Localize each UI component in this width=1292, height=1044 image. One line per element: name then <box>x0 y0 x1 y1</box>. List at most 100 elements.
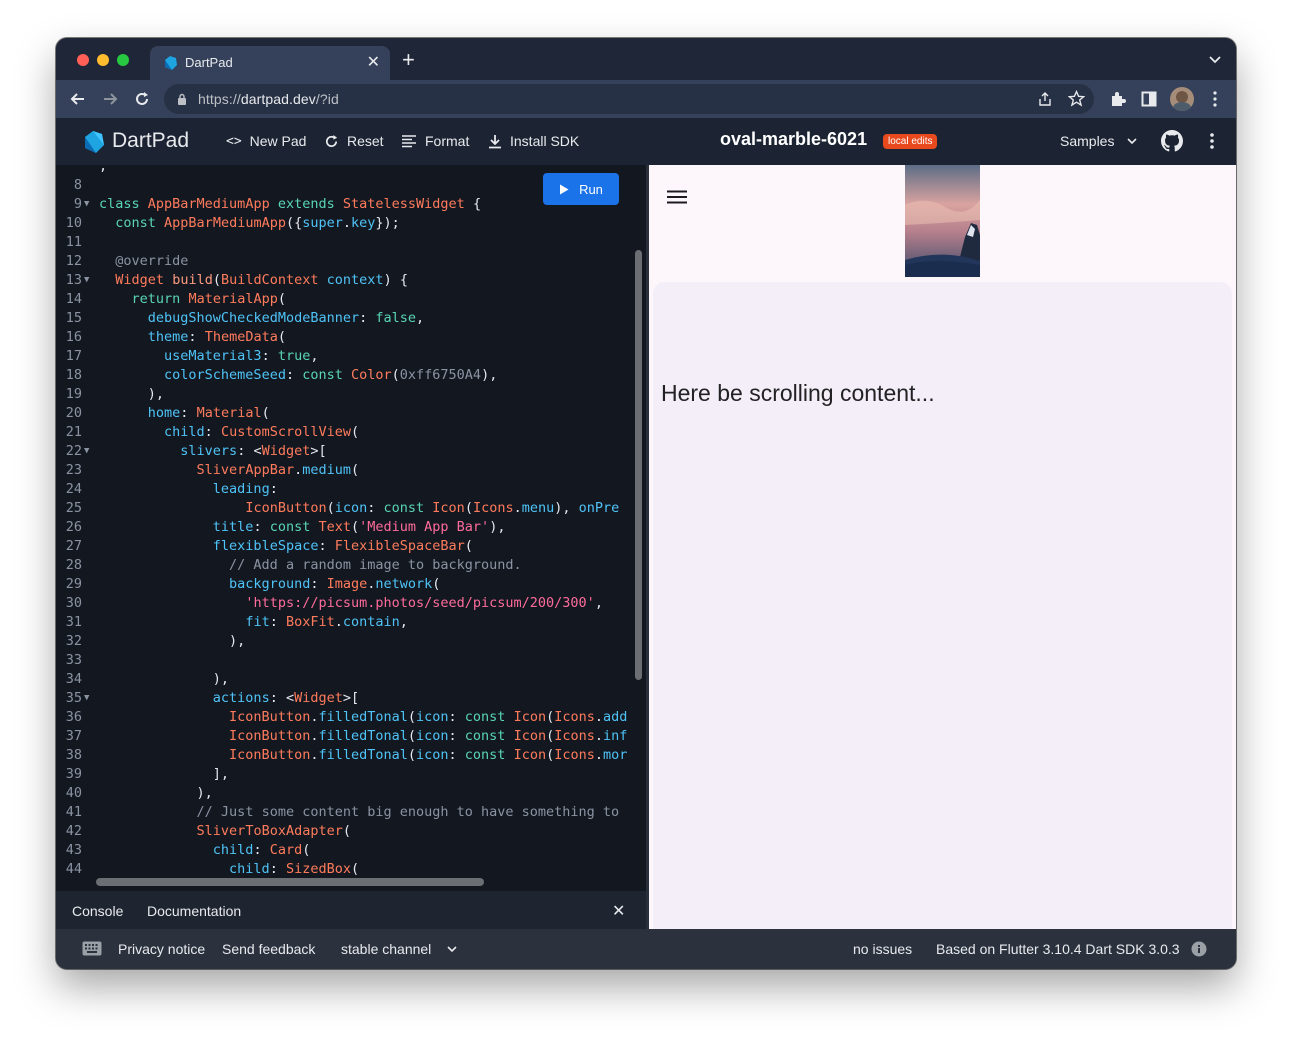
code-text: child: CustomScrollView( <box>164 424 360 440</box>
dartpad-header: DartPad <> New Pad Reset Format Install … <box>56 118 1236 165</box>
keyboard-icon[interactable] <box>82 941 102 956</box>
code-text: ), <box>99 633 246 649</box>
new-pad-button[interactable]: <> New Pad <box>226 133 306 149</box>
code-text: theme: ThemeData( <box>147 329 286 345</box>
chevron-down-icon <box>1127 138 1138 145</box>
code-text: useMaterial3: true, <box>164 348 319 364</box>
code-text: IconButton.filledTonal(icon: const Icon(… <box>229 747 628 763</box>
code-text: // Just some content big enough to have … <box>196 804 620 820</box>
privacy-notice-link[interactable]: Privacy notice <box>118 941 205 957</box>
line-number: 28 <box>65 557 82 573</box>
line-number: 11 <box>65 234 82 250</box>
local-edits-badge: local edits <box>883 134 938 149</box>
line-number: 9 <box>73 196 82 212</box>
download-icon <box>489 134 501 148</box>
github-icon[interactable] <box>1161 130 1183 152</box>
fold-toggle-icon[interactable]: ▼ <box>84 195 89 214</box>
code-text: slivers: <Widget>[ <box>180 443 327 459</box>
line-number: 32 <box>65 633 82 649</box>
channel-selector[interactable]: stable channel <box>341 941 431 957</box>
line-number: 29 <box>65 576 82 592</box>
code-text: title: const Text('Medium App Bar'), <box>212 519 506 535</box>
line-number: 23 <box>65 462 82 478</box>
line-number: 10 <box>65 215 82 231</box>
code-text: Widget build(BuildContext context) { <box>115 272 408 288</box>
line-number: 30 <box>65 595 82 611</box>
info-icon[interactable] <box>1191 941 1207 957</box>
refresh-icon <box>326 134 338 147</box>
code-brackets-icon: <> <box>226 133 242 149</box>
code-text: return MaterialApp( <box>131 291 286 307</box>
tab-strip: DartPad ✕ + <box>56 38 1236 80</box>
forward-arrow-icon[interactable] <box>100 89 120 109</box>
bookmark-star-icon[interactable] <box>1068 90 1085 107</box>
code-text: SliverAppBar.medium( <box>196 462 360 478</box>
fold-toggle-icon[interactable]: ▼ <box>84 442 89 461</box>
play-icon <box>560 184 569 194</box>
zoom-window-button[interactable] <box>117 54 129 66</box>
line-number: 8 <box>73 177 82 193</box>
browser-toolbar: https://dartpad.dev/?id <box>56 80 1236 118</box>
code-text: child: Card( <box>212 842 311 858</box>
reload-icon[interactable] <box>132 89 152 109</box>
send-feedback-link[interactable]: Send feedback <box>222 941 315 957</box>
code-editor[interactable]: , 8 9 ▼ class AppBarMediumApp extends State… <box>56 165 646 891</box>
line-number: 20 <box>65 405 82 421</box>
format-align-icon <box>402 134 416 147</box>
samples-dropdown[interactable]: Samples <box>1060 133 1138 149</box>
tab-search-chevron-icon[interactable] <box>1208 52 1222 66</box>
format-button[interactable]: Format <box>401 133 469 149</box>
line-number: 27 <box>65 538 82 554</box>
run-button[interactable]: Run <box>543 173 619 205</box>
console-close-icon[interactable]: ✕ <box>612 901 625 921</box>
code-text: SliverToBoxAdapter( <box>196 823 351 839</box>
pad-name-title[interactable]: oval-marble-6021 <box>720 129 867 150</box>
browser-menu-kebab-icon[interactable] <box>1208 90 1222 108</box>
minimize-window-button[interactable] <box>97 54 109 66</box>
share-icon[interactable] <box>1037 91 1053 107</box>
tab-console[interactable]: Console <box>72 903 123 919</box>
lock-icon[interactable] <box>177 93 187 105</box>
tab-title: DartPad <box>185 55 233 70</box>
extensions-puzzle-icon[interactable] <box>1109 90 1127 108</box>
console-bar: Console Documentation ✕ <box>56 891 646 929</box>
new-tab-button[interactable]: + <box>402 49 415 71</box>
profile-avatar[interactable] <box>1170 87 1194 111</box>
code-text: const AppBarMediumApp({super.key}); <box>115 215 400 231</box>
code-text: flexibleSpace: FlexibleSpaceBar( <box>212 538 473 554</box>
code-text: background: Image.network( <box>229 576 441 592</box>
line-number: 19 <box>65 386 82 402</box>
more-options-kebab-icon[interactable] <box>1205 132 1219 150</box>
fold-toggle-icon[interactable]: ▼ <box>84 271 89 290</box>
output-preview[interactable]: Here be scrolling content... <box>649 165 1236 929</box>
close-window-button[interactable] <box>77 54 89 66</box>
tab-documentation[interactable]: Documentation <box>147 903 241 919</box>
line-number: 12 <box>65 253 82 269</box>
channel-chevron-down-icon[interactable] <box>447 944 457 954</box>
editor-horizontal-scrollbar[interactable] <box>96 878 484 886</box>
fold-toggle-icon[interactable]: ▼ <box>84 689 89 708</box>
scrolling-content-text: Here be scrolling content... <box>661 380 935 406</box>
line-number: 41 <box>65 804 82 820</box>
code-text: ], <box>99 766 230 782</box>
tab-close-icon[interactable]: ✕ <box>367 52 380 72</box>
code-text: IconButton(icon: const Icon(Icons.menu),… <box>245 500 620 516</box>
code-text: ), <box>99 386 165 402</box>
back-arrow-icon[interactable] <box>68 89 88 109</box>
code-text: child: SizedBox( <box>229 861 360 877</box>
browser-tab-dartpad[interactable]: DartPad ✕ <box>150 46 390 80</box>
issues-status[interactable]: no issues <box>853 941 912 957</box>
line-number: 25 <box>65 500 82 516</box>
code-text: leading: <box>212 481 278 497</box>
code-text: 'https://picsum.photos/seed/picsum/200/3… <box>245 595 603 611</box>
reset-button[interactable]: Reset <box>324 133 384 149</box>
line-number: 17 <box>65 348 82 364</box>
sdk-version-text: Based on Flutter 3.10.4 Dart SDK 3.0.3 <box>936 941 1180 957</box>
code-text: @override <box>115 253 189 269</box>
run-label: Run <box>579 181 603 197</box>
menu-hamburger-icon[interactable] <box>667 190 687 204</box>
install-sdk-button[interactable]: Install SDK <box>488 133 579 149</box>
address-bar[interactable]: https://dartpad.dev/?id <box>164 84 1094 114</box>
side-panel-icon[interactable] <box>1141 91 1157 107</box>
editor-vertical-scrollbar[interactable] <box>635 250 642 680</box>
